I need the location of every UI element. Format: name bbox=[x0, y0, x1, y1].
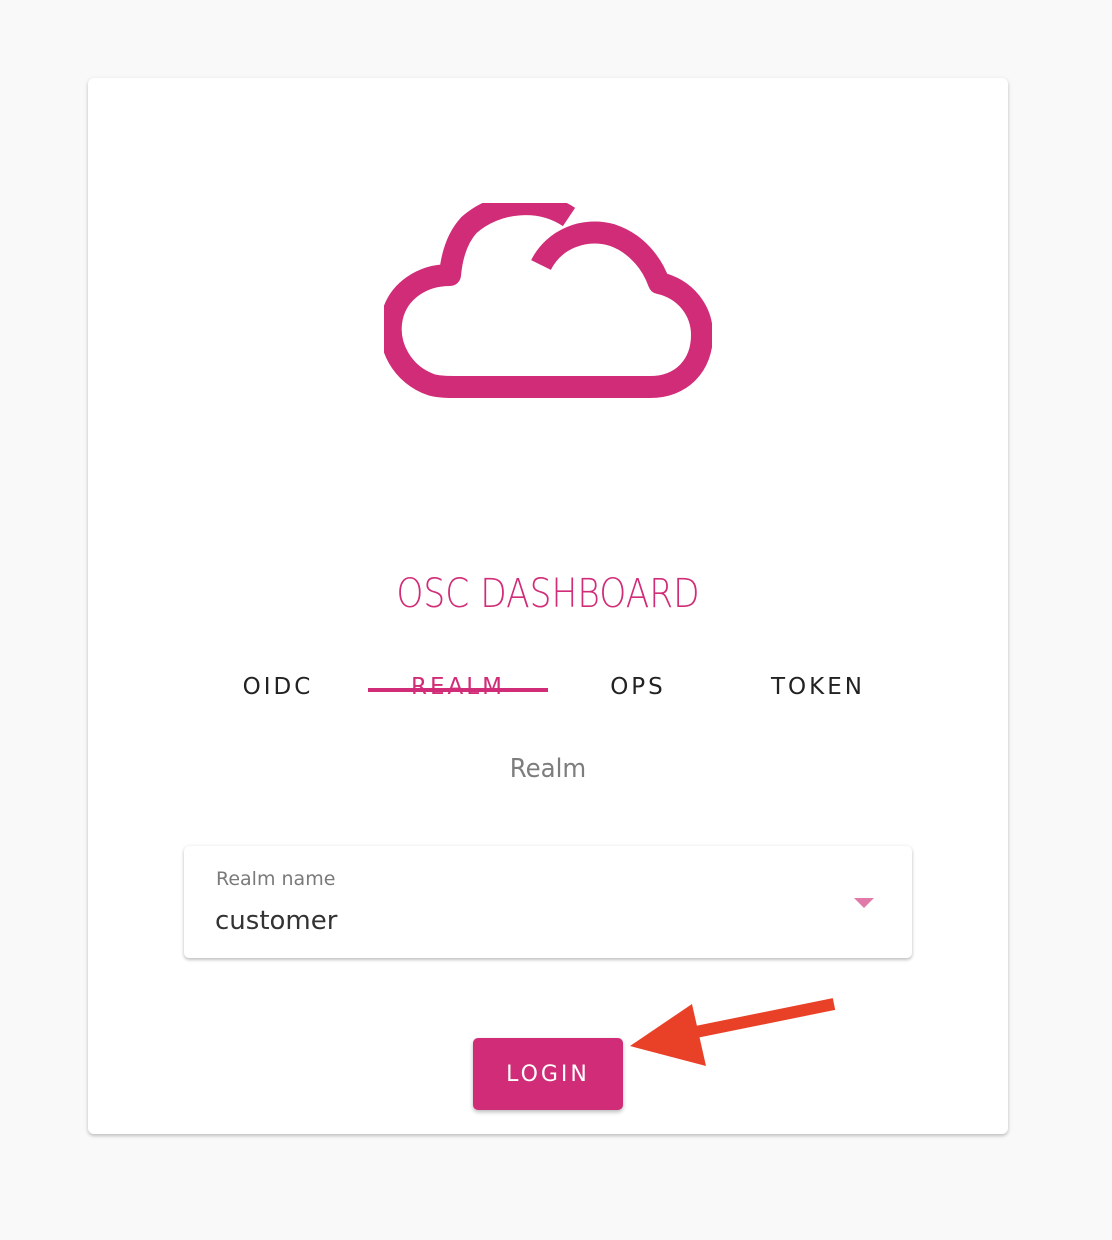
tab-label: OPS bbox=[610, 674, 666, 700]
realm-name-select[interactable]: Realm name customer bbox=[184, 846, 912, 958]
cloud-icon bbox=[384, 203, 712, 398]
active-tab-indicator bbox=[368, 688, 548, 692]
tab-label: TOKEN bbox=[771, 674, 865, 700]
tab-ops[interactable]: OPS bbox=[548, 608, 728, 700]
tab-label: REALM bbox=[411, 674, 505, 700]
auth-tabs: OIDC REALM OPS TOKEN bbox=[188, 608, 908, 700]
tab-label: OIDC bbox=[242, 674, 314, 700]
select-label: Realm name bbox=[216, 868, 336, 890]
tab-realm[interactable]: REALM bbox=[368, 608, 548, 700]
section-heading: Realm bbox=[509, 754, 587, 784]
select-value: customer bbox=[215, 906, 338, 936]
login-page: OSC DASHBOARD OIDC REALM OPS TOKEN Realm… bbox=[0, 0, 1112, 1240]
tab-token[interactable]: TOKEN bbox=[728, 608, 908, 700]
caret-down-icon[interactable] bbox=[854, 898, 874, 908]
login-button[interactable]: LOGIN bbox=[473, 1038, 623, 1110]
arrow-left-icon bbox=[630, 998, 836, 1066]
login-card: OSC DASHBOARD OIDC REALM OPS TOKEN Realm… bbox=[88, 78, 1008, 1134]
tab-oidc[interactable]: OIDC bbox=[188, 608, 368, 700]
